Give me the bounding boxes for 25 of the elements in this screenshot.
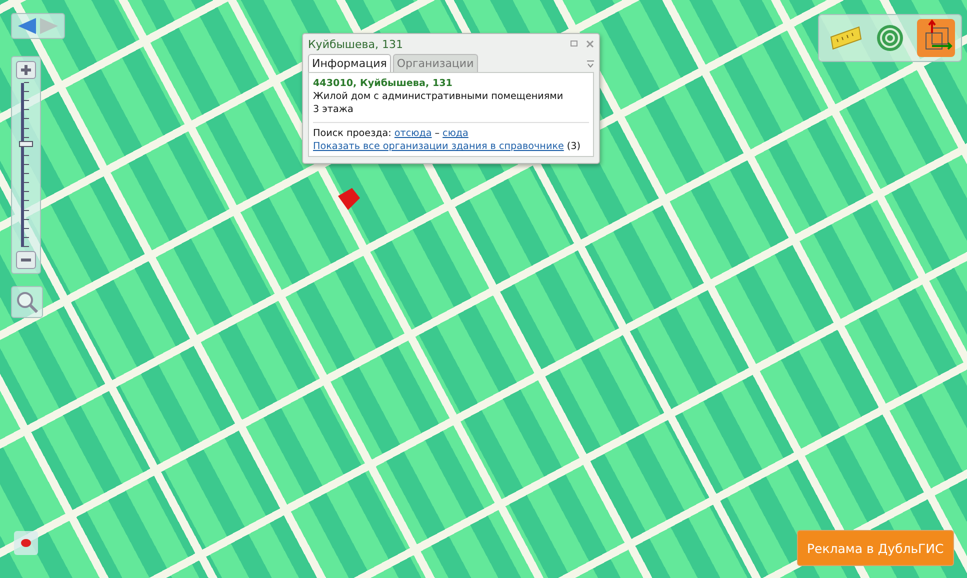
popup-tab[interactable]: Информация [308, 54, 391, 72]
route-to-link[interactable]: сюда [442, 127, 468, 140]
organization-count: (3) [566, 140, 580, 153]
zoom-slider[interactable] [18, 83, 34, 247]
location-marker-icon[interactable] [13, 530, 39, 556]
route-label: Поиск проезда: [313, 127, 392, 140]
map-marker-icon [338, 188, 360, 210]
3d-cube-icon[interactable] [917, 19, 955, 57]
all-organizations-link[interactable]: Показать все организации здания в справочнике [313, 140, 564, 153]
route-separator: – [434, 127, 440, 140]
close-icon[interactable] [586, 40, 594, 48]
zoom-slider-thumb[interactable] [19, 140, 33, 147]
building-description: Жилой дом с административными помещениями [313, 90, 564, 103]
back-arrow-icon[interactable] [18, 18, 36, 34]
zoom-out-icon[interactable] [16, 251, 36, 269]
popup-tab[interactable]: Организации [392, 54, 478, 72]
minimize-icon[interactable] [570, 40, 578, 48]
tab-menu-icon[interactable] [587, 60, 594, 68]
ruler-icon[interactable] [829, 25, 863, 51]
popup-title: Куйбышева, 131 [308, 38, 404, 50]
address-heading: 443010, Куйбышева, 131 [313, 77, 454, 90]
zoom-in-icon[interactable] [16, 61, 36, 79]
floor-count: 3 этажа [313, 103, 354, 116]
magnifier-icon[interactable] [11, 286, 43, 318]
route-from-link[interactable]: отсюда [394, 127, 432, 140]
